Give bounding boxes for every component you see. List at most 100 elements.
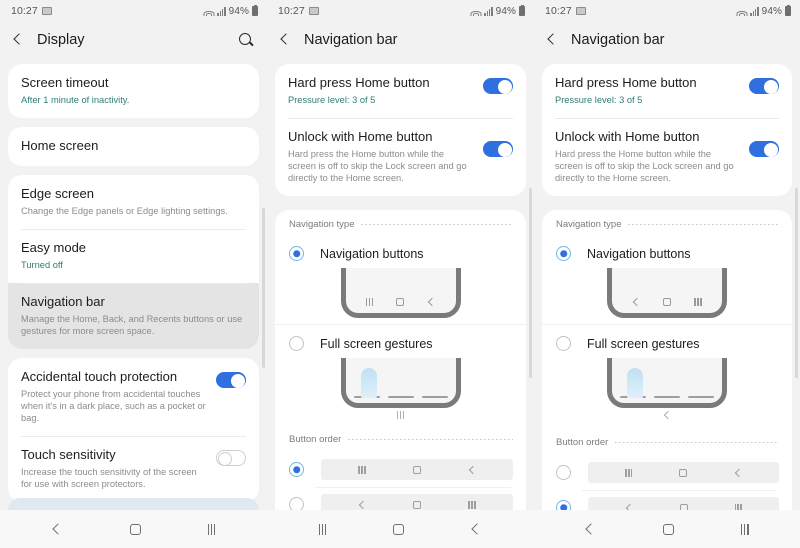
scrollbar[interactable] <box>262 208 265 368</box>
button-order-option-1[interactable] <box>275 452 526 487</box>
display-settings-list[interactable]: Screen timeout After 1 minute of inactiv… <box>0 58 267 510</box>
radio-button[interactable] <box>556 246 571 261</box>
option-navigation-buttons[interactable]: Navigation buttons <box>275 237 526 266</box>
app-bar-display: Display <box>0 22 267 58</box>
radio-button[interactable] <box>556 500 571 510</box>
back-icon <box>663 411 671 419</box>
recents-icon[interactable] <box>318 523 327 535</box>
navigation-bar-settings-list[interactable]: Hard press Home button Pressure level: 3… <box>267 58 534 510</box>
setting-hard-press-home-button[interactable]: Hard press Home button Pressure level: 3… <box>275 64 526 118</box>
recents-icon <box>468 500 476 509</box>
scrollbar[interactable] <box>529 188 532 378</box>
radio-button[interactable] <box>289 462 304 477</box>
setting-accidental-touch-protection[interactable]: Accidental touch protection Protect your… <box>8 358 259 436</box>
settings-group: Accidental touch protection Protect your… <box>8 358 259 502</box>
radio-button[interactable] <box>289 336 304 351</box>
option-navigation-buttons[interactable]: Navigation buttons <box>542 237 792 266</box>
scrollbar[interactable] <box>795 188 798 378</box>
back-icon <box>632 298 640 306</box>
full-screen-gestures-preview <box>275 356 526 425</box>
home-icon[interactable] <box>393 523 405 535</box>
row-title: Unlock with Home button <box>288 129 433 144</box>
chevron-back-icon[interactable] <box>10 32 26 48</box>
back-icon[interactable] <box>471 524 482 535</box>
gesture-blob <box>627 368 643 398</box>
option-label: Full screen gestures <box>587 336 700 351</box>
home-icon[interactable] <box>663 523 674 535</box>
option-full-screen-gestures[interactable]: Full screen gestures <box>275 324 526 356</box>
option-label: Navigation buttons <box>320 246 424 261</box>
radio-button[interactable] <box>556 465 571 480</box>
status-bar: 10:27 94% <box>267 0 534 22</box>
setting-navigation-bar[interactable]: Navigation bar Manage the Home, Back, an… <box>8 283 259 349</box>
button-order-option-2[interactable] <box>275 487 526 510</box>
battery-icon <box>519 4 525 16</box>
setting-home-screen[interactable]: Home screen <box>8 127 259 166</box>
home-icon[interactable] <box>129 523 141 535</box>
row-subtitle: Pressure level: 3 of 5 <box>288 95 376 105</box>
gesture-bar <box>654 395 680 398</box>
chevron-back-icon[interactable] <box>277 32 293 48</box>
recents-icon[interactable] <box>207 523 216 535</box>
screenshot-stage: 10:27 94% Display Screen timeout After 1 <box>0 0 800 548</box>
toggle-switch[interactable] <box>483 78 513 94</box>
status-time: 10:27 <box>278 5 305 17</box>
settings-group: Hard press Home button Pressure level: 3… <box>542 64 792 196</box>
setting-unlock-with-home-button[interactable]: Unlock with Home button Hard press the H… <box>275 118 526 196</box>
gesture-caption-icon <box>396 411 405 419</box>
setting-edge-screen[interactable]: Edge screen Change the Edge panels or Ed… <box>8 175 259 229</box>
search-icon[interactable] <box>238 32 255 49</box>
back-icon[interactable] <box>52 524 63 535</box>
option-full-screen-gestures[interactable]: Full screen gestures <box>542 324 792 356</box>
setting-hard-press-home-button[interactable]: Hard press Home button Pressure level: 3… <box>542 64 792 118</box>
dotted-divider <box>348 439 513 440</box>
navigation-bar-settings-list[interactable]: Hard press Home button Pressure level: 3… <box>534 58 800 510</box>
setting-unlock-with-home-button[interactable]: Unlock with Home button Hard press the H… <box>542 118 792 196</box>
toggle-switch[interactable] <box>483 141 513 157</box>
battery-icon <box>252 4 258 16</box>
toggle-switch[interactable] <box>216 372 246 388</box>
battery-percent: 94% <box>228 5 249 17</box>
navigation-type-card: Navigation type Navigation buttons Full … <box>275 210 526 510</box>
row-title: Screen timeout <box>21 75 109 90</box>
section-label: Button order <box>556 437 609 448</box>
image-icon <box>575 7 586 15</box>
chevron-back-icon[interactable] <box>544 32 560 48</box>
row-title: Easy mode <box>21 240 87 255</box>
gesture-bar <box>387 395 414 398</box>
image-icon <box>308 7 319 15</box>
app-bar-navigation-bar: Navigation bar <box>267 22 534 58</box>
toggle-switch[interactable] <box>749 141 779 157</box>
navigation-buttons-preview <box>542 266 792 324</box>
setting-easy-mode[interactable]: Easy mode Turned off <box>8 229 259 283</box>
recents-icon[interactable] <box>740 523 749 535</box>
setting-screen-timeout[interactable]: Screen timeout After 1 minute of inactiv… <box>8 64 259 118</box>
app-bar-navigation-bar: Navigation bar <box>534 22 800 58</box>
navigation-type-card: Navigation type Navigation buttons Full … <box>542 210 792 510</box>
page-title: Navigation bar <box>571 32 665 48</box>
gesture-bar <box>688 395 714 398</box>
setting-touch-sensitivity[interactable]: Touch sensitivity Increase the touch sen… <box>8 436 259 502</box>
row-title: Hard press Home button <box>288 75 430 90</box>
toggle-switch[interactable] <box>216 450 246 466</box>
page-title: Navigation bar <box>304 32 398 48</box>
home-icon <box>663 298 672 306</box>
radio-button[interactable] <box>289 497 304 510</box>
row-title: Accidental touch protection <box>21 369 178 384</box>
section-label: Button order <box>289 434 342 445</box>
home-icon <box>413 500 422 509</box>
row-subtitle: Hard press the Home button while the scr… <box>555 149 734 183</box>
back-icon[interactable] <box>585 524 596 535</box>
status-time: 10:27 <box>545 5 572 17</box>
row-subtitle: Hard press the Home button while the scr… <box>288 149 467 183</box>
toggle-switch[interactable] <box>749 78 779 94</box>
signal-icon <box>484 6 493 16</box>
button-order-option-2[interactable] <box>542 490 792 510</box>
panel-navigation-bar-right: 10:27 94% Navigation bar Hard press Home… <box>534 0 800 548</box>
home-icon <box>679 468 688 477</box>
radio-button[interactable] <box>556 336 571 351</box>
radio-button[interactable] <box>289 246 304 261</box>
row-subtitle: Manage the Home, Back, and Recents butto… <box>21 314 243 336</box>
button-order-preview <box>321 494 513 510</box>
button-order-option-1[interactable] <box>542 455 792 490</box>
